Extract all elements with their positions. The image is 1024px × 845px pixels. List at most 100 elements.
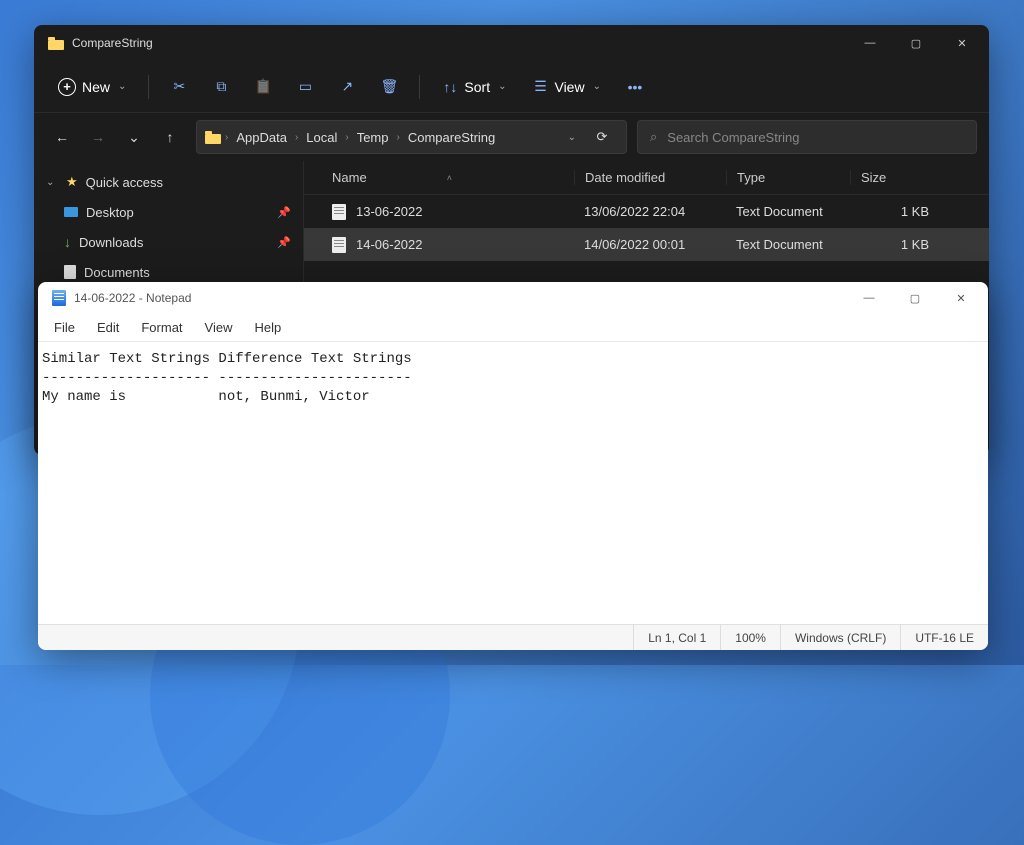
recent-button[interactable]: ⌄	[118, 121, 150, 153]
menu-help[interactable]: Help	[244, 316, 291, 339]
file-name: 13-06-2022	[356, 204, 423, 219]
chevron-down-icon: ⌄	[118, 81, 126, 92]
cut-button[interactable]: ✂	[161, 70, 197, 104]
sidebar-item-downloads[interactable]: ↓ Downloads 📌	[34, 227, 303, 257]
sidebar-item-quick-access[interactable]: ⌄ ★ Quick access	[34, 167, 303, 197]
copy-icon: ⧉	[213, 79, 229, 95]
column-type[interactable]: Type	[726, 170, 850, 185]
folder-icon	[48, 37, 64, 50]
notepad-statusbar: Ln 1, Col 1 100% Windows (CRLF) UTF-16 L…	[38, 624, 988, 650]
search-input[interactable]: ⌕ Search CompareString	[637, 120, 977, 154]
status-zoom: 100%	[720, 625, 780, 650]
download-icon: ↓	[64, 234, 71, 250]
search-icon: ⌕	[650, 129, 657, 145]
rename-icon: ▭	[297, 79, 313, 95]
column-date[interactable]: Date modified	[574, 170, 726, 185]
sidebar-item-label: Desktop	[86, 205, 134, 220]
notepad-text-area[interactable]: Similar Text Strings Difference Text Str…	[38, 342, 988, 624]
breadcrumb-sep-icon: ›	[225, 132, 228, 143]
file-row[interactable]: 13-06-2022 13/06/2022 22:04 Text Documen…	[304, 195, 989, 228]
refresh-button[interactable]: ⟳	[586, 121, 618, 153]
sidebar-item-label: Downloads	[79, 235, 143, 250]
explorer-navbar: ← → ⌄ ↑ › AppData › Local › Temp › Compa…	[34, 113, 989, 161]
sidebar-item-desktop[interactable]: Desktop 📌	[34, 197, 303, 227]
maximize-button[interactable]: ▢	[892, 284, 938, 312]
search-placeholder: Search CompareString	[667, 130, 799, 145]
maximize-button[interactable]: ▢	[893, 27, 939, 59]
textfile-icon	[332, 237, 346, 253]
desktop-icon	[64, 207, 78, 217]
chevron-down-icon: ⌄	[46, 177, 58, 188]
chevron-down-icon[interactable]: ⌄	[568, 132, 576, 143]
pin-icon: 📌	[277, 236, 291, 249]
notepad-title: 14-06-2022 - Notepad	[74, 291, 846, 305]
menu-view[interactable]: View	[195, 316, 243, 339]
sort-asc-icon: ˄	[447, 173, 452, 183]
paste-icon: 📋	[255, 79, 271, 95]
trash-icon: 🗑	[381, 79, 397, 95]
more-button[interactable]: •••	[617, 70, 653, 104]
plus-icon: +	[58, 78, 76, 96]
window-title: CompareString	[72, 36, 847, 50]
explorer-toolbar: + New ⌄ ✂ ⧉ 📋 ▭ ↗ 🗑 ↑↓ Sort ⌄ ☰ View ⌄ •…	[34, 61, 989, 113]
back-button[interactable]: ←	[46, 121, 78, 153]
sidebar-item-label: Quick access	[86, 175, 163, 190]
notepad-icon	[52, 290, 66, 306]
paste-button[interactable]: 📋	[245, 70, 281, 104]
view-icon: ☰	[532, 79, 548, 95]
sort-icon: ↑↓	[442, 79, 458, 95]
notepad-menubar: File Edit Format View Help	[38, 314, 988, 342]
column-name[interactable]: Name˄	[304, 170, 574, 185]
breadcrumb-sep-icon: ›	[295, 132, 298, 143]
column-headers: Name˄ Date modified Type Size	[304, 161, 989, 195]
explorer-titlebar[interactable]: CompareString — ▢ ✕	[34, 25, 989, 61]
file-size: 1 KB	[850, 204, 989, 219]
file-date: 13/06/2022 22:04	[574, 204, 726, 219]
folder-icon	[205, 131, 221, 144]
up-button[interactable]: ↑	[154, 121, 186, 153]
view-button[interactable]: ☰ View ⌄	[522, 70, 610, 104]
document-icon	[64, 265, 76, 279]
scissors-icon: ✂	[171, 79, 187, 95]
breadcrumb-sep-icon: ›	[397, 132, 400, 143]
address-bar[interactable]: › AppData › Local › Temp › CompareString…	[196, 120, 627, 154]
file-date: 14/06/2022 00:01	[574, 237, 726, 252]
minimize-button[interactable]: —	[847, 27, 893, 59]
minimize-button[interactable]: —	[846, 284, 892, 312]
ellipsis-icon: •••	[627, 79, 643, 95]
status-encoding: UTF-16 LE	[900, 625, 988, 650]
menu-edit[interactable]: Edit	[87, 316, 129, 339]
file-row[interactable]: 14-06-2022 14/06/2022 00:01 Text Documen…	[304, 228, 989, 261]
rename-button[interactable]: ▭	[287, 70, 323, 104]
breadcrumb[interactable]: Local	[302, 128, 341, 147]
breadcrumb-sep-icon: ›	[345, 132, 348, 143]
share-button[interactable]: ↗	[329, 70, 365, 104]
chevron-down-icon: ⌄	[593, 81, 601, 92]
chevron-down-icon: ⌄	[498, 81, 506, 92]
textfile-icon	[332, 204, 346, 220]
forward-button[interactable]: →	[82, 121, 114, 153]
star-icon: ★	[66, 174, 78, 190]
status-cursor-pos: Ln 1, Col 1	[633, 625, 720, 650]
notepad-window: 14-06-2022 - Notepad — ▢ ✕ File Edit For…	[38, 282, 988, 650]
breadcrumb[interactable]: CompareString	[404, 128, 499, 147]
menu-file[interactable]: File	[44, 316, 85, 339]
sort-button[interactable]: ↑↓ Sort ⌄	[432, 70, 516, 104]
column-size[interactable]: Size	[850, 170, 989, 185]
breadcrumb[interactable]: Temp	[353, 128, 393, 147]
share-icon: ↗	[339, 79, 355, 95]
notepad-titlebar[interactable]: 14-06-2022 - Notepad — ▢ ✕	[38, 282, 988, 314]
copy-button[interactable]: ⧉	[203, 70, 239, 104]
file-size: 1 KB	[850, 237, 989, 252]
pin-icon: 📌	[277, 206, 291, 219]
delete-button[interactable]: 🗑	[371, 70, 407, 104]
new-button[interactable]: + New ⌄	[48, 70, 136, 104]
file-type: Text Document	[726, 204, 850, 219]
file-name: 14-06-2022	[356, 237, 423, 252]
menu-format[interactable]: Format	[131, 316, 192, 339]
close-button[interactable]: ✕	[938, 284, 984, 312]
sidebar-item-label: Documents	[84, 265, 150, 280]
status-line-ending: Windows (CRLF)	[780, 625, 900, 650]
close-button[interactable]: ✕	[939, 27, 985, 59]
breadcrumb[interactable]: AppData	[232, 128, 291, 147]
